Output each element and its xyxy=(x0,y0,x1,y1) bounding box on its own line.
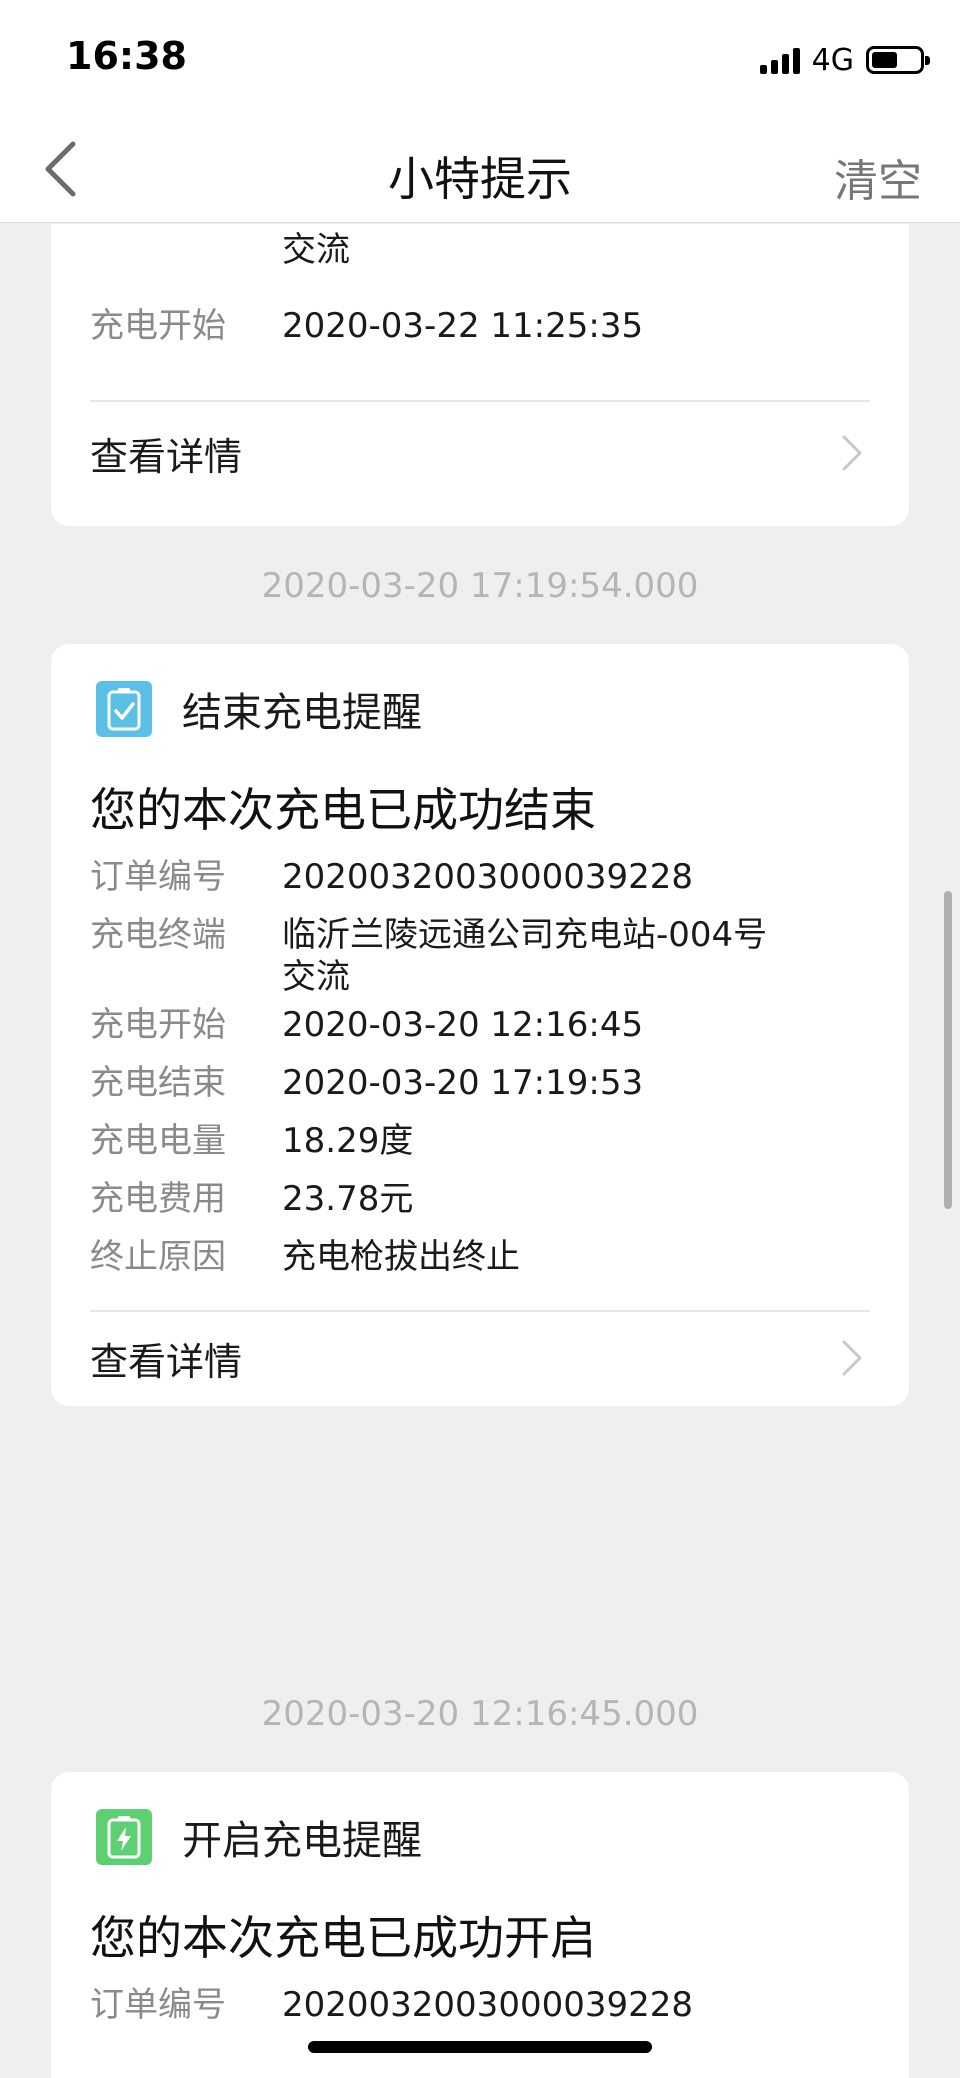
info-key: 充电终端 xyxy=(90,915,226,955)
card-header: 结束充电提醒 xyxy=(96,680,422,738)
info-row-energy: 充电电量 18.29度 xyxy=(90,1120,870,1162)
card-title: 开启充电提醒 xyxy=(182,1818,422,1864)
info-value: 2020-03-22 11:25:35 xyxy=(282,306,644,346)
clear-button[interactable]: 清空 xyxy=(834,145,922,209)
info-value-line1: 临沂兰陵远通公司充电站-004号 xyxy=(282,915,768,955)
message-timestamp: 2020-03-20 12:16:45.000 xyxy=(261,1694,699,1734)
message-card-charge-start: 开启充电提醒 您的本次充电已成功开启 订单编号 2020032003000039… xyxy=(51,1772,909,2078)
battery-icon xyxy=(866,46,930,74)
info-key: 订单编号 xyxy=(90,1985,226,2025)
info-key: 充电开始 xyxy=(90,306,226,346)
info-row-order: 订单编号 2020032003000039228 xyxy=(90,856,870,898)
info-key: 充电费用 xyxy=(90,1179,226,1219)
info-value: 2020032003000039228 xyxy=(282,857,694,897)
message-card-previous: 交流 充电开始 2020-03-22 11:25:35 查看详情 xyxy=(51,224,909,526)
info-row-order: 订单编号 2020032003000039228 xyxy=(90,1984,870,2026)
info-value: 2020032003000039228 xyxy=(282,1985,694,2025)
nav-bar: 小特提示 清空 xyxy=(0,115,960,223)
home-indicator[interactable] xyxy=(308,2041,652,2053)
info-key: 订单编号 xyxy=(90,857,226,897)
page-title: 小特提示 xyxy=(388,152,572,206)
view-details-link[interactable]: 查看详情 xyxy=(90,423,870,483)
signal-icon xyxy=(759,46,800,74)
info-value: 2020-03-20 17:19:53 xyxy=(282,1063,644,1103)
battery-charging-icon xyxy=(96,1809,152,1865)
info-key: 充电结束 xyxy=(90,1063,226,1103)
info-row-reason: 终止原因 充电枪拔出终止 xyxy=(90,1236,870,1278)
card-headline: 您的本次充电已成功结束 xyxy=(90,783,596,837)
message-card-charge-end: 结束充电提醒 您的本次充电已成功结束 订单编号 2020032003000039… xyxy=(51,644,909,1406)
network-type: 4G xyxy=(811,42,854,78)
info-value: 充电枪拔出终止 xyxy=(282,1237,520,1277)
message-list[interactable]: 交流 充电开始 2020-03-22 11:25:35 查看详情 2020-03… xyxy=(0,224,960,2078)
terminal-continuation-row: 交流 xyxy=(90,229,870,271)
card-header: 开启充电提醒 xyxy=(96,1808,422,1866)
info-value: 18.29度 xyxy=(282,1121,414,1161)
info-row-terminal: 充电终端 临沂兰陵远通公司充电站-004号 交流 xyxy=(90,914,870,998)
chevron-right-icon xyxy=(840,433,870,473)
info-value: 23.78元 xyxy=(282,1179,414,1219)
info-row: 充电开始 2020-03-22 11:25:35 xyxy=(90,305,870,347)
view-details-link[interactable]: 查看详情 xyxy=(90,1328,870,1388)
status-bar: 16:38 4G xyxy=(0,0,960,115)
status-time: 16:38 xyxy=(66,34,187,78)
view-details-label: 查看详情 xyxy=(90,1339,243,1384)
info-value: 临沂兰陵远通公司充电站-004号 交流 xyxy=(282,914,870,998)
status-indicators: 4G xyxy=(759,42,930,78)
scrollbar[interactable] xyxy=(944,891,952,1209)
divider xyxy=(90,400,870,402)
info-row-start: 充电开始 2020-03-20 12:16:45 xyxy=(90,1004,870,1046)
info-key: 终止原因 xyxy=(90,1237,226,1277)
info-key: 充电开始 xyxy=(90,1005,226,1045)
message-timestamp: 2020-03-20 17:19:54.000 xyxy=(261,566,699,606)
info-row-cost: 充电费用 23.78元 xyxy=(90,1178,870,1220)
info-value-line2: 交流 xyxy=(282,957,350,997)
info-row-end: 充电结束 2020-03-20 17:19:53 xyxy=(90,1062,870,1104)
card-headline: 您的本次充电已成功开启 xyxy=(90,1911,596,1965)
divider xyxy=(90,1310,870,1312)
info-key: 充电电量 xyxy=(90,1121,226,1161)
view-details-label: 查看详情 xyxy=(90,434,243,479)
terminal-continuation: 交流 xyxy=(282,230,350,270)
info-value: 2020-03-20 12:16:45 xyxy=(282,1005,644,1045)
battery-check-icon xyxy=(96,681,152,737)
card-title: 结束充电提醒 xyxy=(182,690,422,736)
chevron-right-icon xyxy=(840,1338,870,1378)
